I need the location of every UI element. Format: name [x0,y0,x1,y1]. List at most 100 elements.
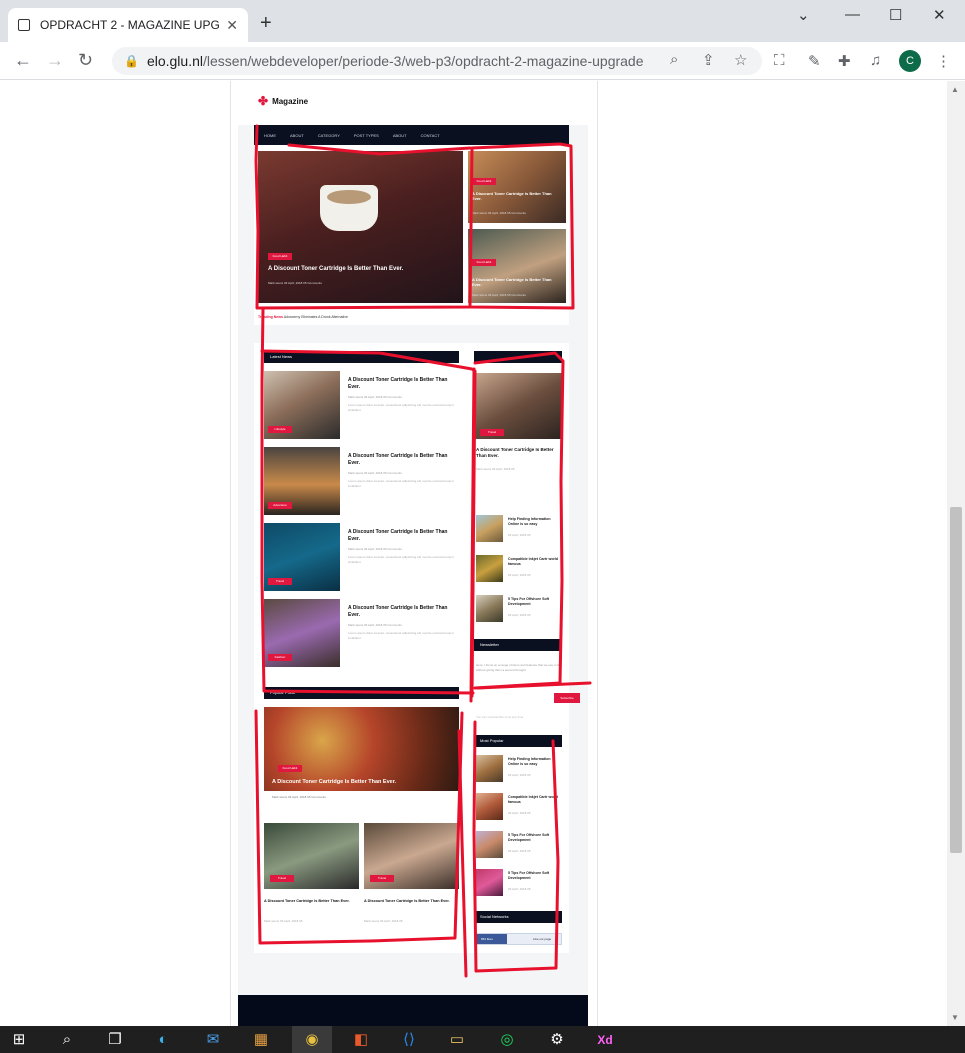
reload-icon[interactable]: ↻ [78,50,93,71]
popular-small-image: Travel [264,823,359,889]
page-favicon-icon [18,19,30,31]
hero-side-card: Food Habit A Discount Toner Cartridge Is… [468,151,566,223]
list-title: Help Finding Information Online is so ea… [508,757,551,766]
unsubscribe-note: You can unsubscribe us at any time [476,715,524,719]
logo-text: Magazine [272,96,309,106]
forward-arrow-icon[interactable]: → [46,50,64,71]
tab-search-chevron-icon[interactable]: ⌄ [797,6,810,24]
close-window-button[interactable]: ✕ [933,6,946,24]
extension-icon[interactable]: ⛶ [774,52,785,69]
mail-icon[interactable]: ✉ [202,1030,224,1050]
tab-close-icon[interactable]: ✕ [226,17,238,34]
hero-side-title: A Discount Toner Cartridge Is Better Tha… [472,277,552,287]
nav-item: CONTACT [420,132,440,138]
eyedropper-extension-icon[interactable]: ✎ [808,52,821,70]
news-image: Fashion [264,599,340,667]
nav-item: ABOUT [290,132,304,138]
profile-avatar[interactable]: C [899,50,921,72]
sidebar-feature-meta: Mark wiens 03 April, 2018 05 [476,467,515,471]
news-meta: Mark wiens 03 April, 2018 05 Comments [348,547,402,551]
news-title: A Discount Toner Cartridge Is Better Tha… [348,605,448,618]
list-item: 5 Tips For Offshore Soft Development 03 … [476,595,562,625]
category-badge: Lifestyle [268,426,292,433]
list-meta: 03 April, 2018 05 [508,573,531,577]
scrollbar-thumb[interactable] [950,507,962,853]
sidebar-feature-title: A Discount Toner Cartridge Is Better Tha… [476,447,554,458]
category-badge: Fashion [268,654,292,661]
url-domain: elo.glu.nl [146,53,203,69]
magazine-footer [238,995,588,1026]
store-icon[interactable]: ▦ [250,1030,272,1050]
category-badge: Food Habit [278,765,302,772]
hero-side-meta: Mark wiens 03 April, 2018 05 Comments [472,293,526,297]
magazine-nav: HOME ABOUT CATEGORY POST TYPES ABOUT CON… [254,125,569,145]
hero-badge: Food Habit [472,259,496,266]
popular-posts-header: Popular Posts [264,687,459,699]
bookmark-star-icon[interactable]: ☆ [734,51,747,69]
address-bar[interactable]: 🔒 elo.glu.nl/lessen/webdeveloper/periode… [112,47,762,75]
magazine-design-image: ✤ Magazine HOME ABOUT CATEGORY POST TYPE… [238,81,588,1026]
category-badge: Adventure [268,502,292,509]
list-meta: 03 April, 2018 05 [508,811,531,815]
edge-icon[interactable]: ◐ [152,1030,174,1050]
latest-news-header: Latest News [264,351,459,363]
hero-side-card: Food Habit A Discount Toner Cartridge Is… [468,229,566,303]
trending-bar: Trending News Adoxcerny Eliminates A Dru… [258,315,348,319]
list-title: Compatible Inkjet Cartr world famous [508,795,559,804]
content-section: Latest News Lifestyle A Discount Toner C… [254,343,580,953]
newsletter-header: Newsletter [474,639,562,651]
trending-text: Adoxcerny Eliminates A Drunk Alternative [283,315,348,319]
newsletter-text: Here, I focus on a range of items and fe… [476,663,562,672]
browser-tab[interactable]: OPDRACHT 2 - MAGAZINE UPGR ✕ [8,8,248,42]
column-divider [597,81,598,1026]
list-item: 5 Tips For Offshore Soft Development 03 … [476,831,562,861]
adobe-xd-icon[interactable]: Xd [594,1030,616,1050]
task-view-icon[interactable]: ❐ [104,1030,126,1050]
file-explorer-icon[interactable]: ▭ [446,1030,468,1050]
tab-title: OPDRACHT 2 - MAGAZINE UPGR [40,18,221,32]
scroll-up-arrow-icon[interactable]: ▲ [951,85,959,94]
search-icon[interactable]: ⌕ [56,1030,78,1050]
social-networks-header: Social Networks [474,911,562,923]
share-icon[interactable]: ⇪ [702,51,715,69]
vscode-icon[interactable]: ⟨⟩ [398,1030,420,1050]
list-item: Help Finding Information Online is so ea… [476,515,562,545]
office-icon[interactable]: ◧ [350,1030,372,1050]
tab-strip: OPDRACHT 2 - MAGAZINE UPGR ✕ + ⌄ — ☐ ✕ [0,0,965,42]
vertical-scrollbar[interactable]: ▲ ▼ [947,81,965,1026]
thumb-image [476,555,503,582]
chrome-icon[interactable]: ◉ [301,1030,323,1050]
popular-meta: Mark wiens 03 April, 2018 05 Comments [272,795,326,799]
zoom-icon[interactable]: ⌕ [670,51,678,68]
popular-small-meta: Mark wiens 03 April, 2018 05 [364,919,403,923]
minimize-button[interactable]: — [845,6,860,23]
list-meta: 03 April, 2018 05 [508,613,531,617]
pizza-image: Food Habit A Discount Toner Cartridge Is… [264,707,459,791]
new-tab-button[interactable]: + [260,12,272,35]
windows-start-icon[interactable]: ⊞ [8,1030,30,1050]
thumb-image [476,793,503,820]
list-item: Compatible Inkjet Cartr world famous 03 … [476,555,562,585]
subscribe-button: Subscribe [554,693,580,703]
list-title: 5 Tips For Offshore Soft Development [508,597,550,606]
list-item: Lifestyle A Discount Toner Cartridge Is … [264,371,459,441]
spotify-icon[interactable]: ◎ [496,1030,518,1050]
menu-kebab-icon[interactable]: ⋮ [936,52,951,70]
media-control-icon[interactable]: ♫ [870,52,881,69]
settings-gear-icon[interactable]: ⚙ [546,1030,568,1050]
list-item: 5 Tips For Offshore Soft Development 03 … [476,869,562,899]
browser-toolbar: ← → ↻ 🔒 elo.glu.nl/lessen/webdeveloper/p… [0,42,965,80]
hero-main-card: Food Habit A Discount Toner Cartridge Is… [258,151,463,303]
back-arrow-icon[interactable]: ← [14,50,32,71]
facebook-like-page: Like our page [533,937,552,941]
category-badge: Travel [270,875,294,882]
nav-item: POST TYPES [353,132,379,138]
thumb-image [476,831,503,858]
extensions-puzzle-icon[interactable]: ✚ [838,52,851,70]
maximize-button[interactable]: ☐ [889,6,902,24]
scroll-down-arrow-icon[interactable]: ▼ [951,1013,959,1022]
popular-small-title: A Discount Toner Cartridge Is Better Tha… [364,899,450,903]
news-desc: Lorem ipsum dolor sit amet, consectetur … [348,479,454,488]
trending-label: Trending News [258,315,283,319]
category-badge: Travel [370,875,394,882]
